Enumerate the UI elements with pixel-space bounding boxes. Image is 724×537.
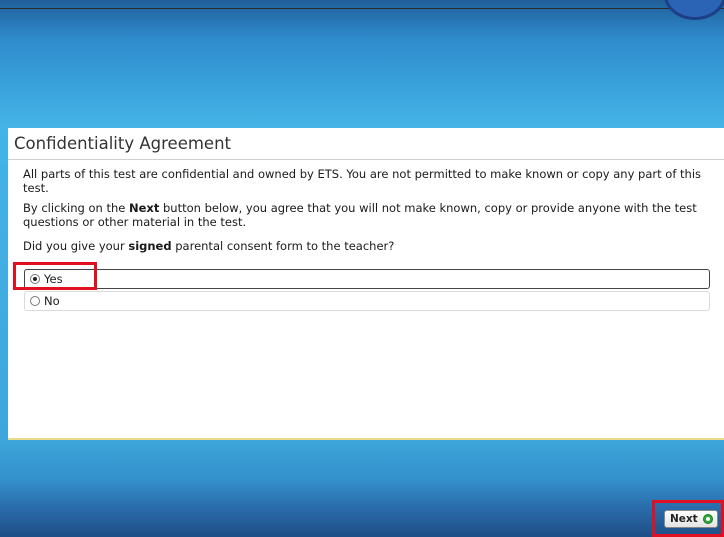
question-text-bold: signed bbox=[128, 239, 172, 253]
question-text-end: parental consent form to the teacher? bbox=[171, 239, 395, 253]
agreement-text-bold: Next bbox=[129, 201, 160, 215]
consent-question: Did you give your signed parental consen… bbox=[23, 239, 713, 254]
agreement-text-start: By clicking on the bbox=[23, 201, 129, 215]
highlight-box-yes bbox=[13, 262, 97, 290]
logo-icon bbox=[664, 0, 724, 20]
page-title: Confidentiality Agreement bbox=[14, 134, 231, 153]
radio-no[interactable] bbox=[30, 296, 40, 306]
confidentiality-paragraph: All parts of this test are confidential … bbox=[23, 167, 702, 195]
top-divider bbox=[0, 8, 724, 9]
question-text-start: Did you give your bbox=[23, 239, 129, 253]
option-no[interactable]: No bbox=[24, 291, 710, 311]
option-yes[interactable]: Yes bbox=[24, 269, 710, 289]
title-divider bbox=[8, 159, 724, 160]
bottom-bar bbox=[0, 500, 724, 537]
agreement-paragraph: By clicking on the Next button below, yo… bbox=[23, 201, 713, 229]
option-no-label: No bbox=[44, 294, 60, 308]
app-background: Confidentiality Agreement All parts of t… bbox=[0, 0, 724, 537]
content-panel: Confidentiality Agreement All parts of t… bbox=[8, 128, 724, 440]
highlight-box-next bbox=[652, 500, 724, 537]
